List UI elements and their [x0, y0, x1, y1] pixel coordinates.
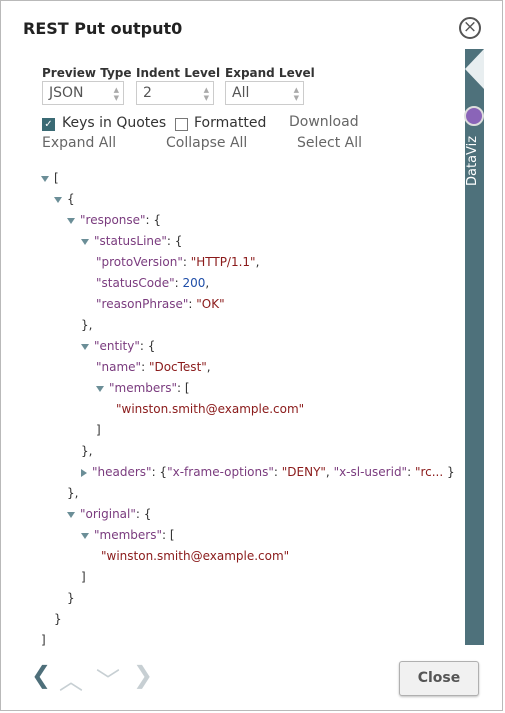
collapse-triangle-icon[interactable]	[81, 238, 89, 245]
tree-node-response[interactable]: "response": {	[67, 213, 161, 227]
collapse-triangle-icon[interactable]	[96, 385, 104, 392]
tree-close: },	[81, 318, 93, 332]
preview-type-select[interactable]: JSON ▲ ▼	[42, 81, 124, 105]
next-arrow-icon[interactable]: ❯	[133, 661, 153, 689]
collapse-triangle-icon[interactable]	[67, 511, 75, 518]
tree-close: ]	[96, 423, 101, 437]
up-arrow-icon[interactable]: ︿	[59, 661, 83, 696]
select-all-link[interactable]: Select All	[297, 135, 362, 151]
select-arrows-icon: ▲ ▼	[113, 86, 119, 102]
collapse-all-link[interactable]: Collapse All	[166, 135, 247, 151]
tree-close: },	[81, 444, 93, 458]
tree-node-statusline[interactable]: "statusLine": {	[81, 234, 182, 248]
tree-field-protoversion: "protoVersion": "HTTP/1.1",	[96, 255, 260, 269]
tree-field-member: "winston.smith@example.com"	[116, 402, 305, 416]
keys-in-quotes-checkbox[interactable]: ✓	[42, 118, 55, 131]
tree-node-members[interactable]: "members": [	[96, 381, 190, 395]
formatted-label: Formatted	[194, 115, 267, 131]
expand-level-value: All	[232, 85, 250, 101]
collapse-triangle-icon[interactable]	[54, 196, 62, 203]
tree-node-headers[interactable]: "headers": {"x-frame-options": "DENY", "…	[81, 465, 455, 479]
previous-arrow-icon[interactable]: ❮	[31, 661, 51, 689]
tree-close: ]	[41, 633, 46, 647]
tree-node-members[interactable]: "members": [	[81, 528, 175, 542]
indent-level-label: Indent Level	[136, 66, 221, 80]
expand-level-select[interactable]: All ▲ ▼	[225, 81, 304, 105]
tree-field-reasonphrase: "reasonPhrase": "OK"	[96, 297, 225, 311]
select-arrows-icon: ▲ ▼	[293, 86, 299, 102]
collapse-triangle-icon[interactable]	[81, 532, 89, 539]
tree-field-name: "name": "DocTest",	[96, 360, 211, 374]
collapse-triangle-icon[interactable]	[67, 217, 75, 224]
tree-close: },	[67, 486, 79, 500]
close-button[interactable]: Close	[399, 661, 479, 696]
tree-node-original[interactable]: "original": {	[67, 507, 151, 521]
expand-triangle-icon[interactable]	[81, 468, 87, 477]
tree-node-entity[interactable]: "entity": {	[81, 339, 155, 353]
indent-level-select[interactable]: 2 ▲ ▼	[136, 81, 214, 105]
tree-close: ]	[81, 570, 86, 584]
close-icon[interactable]: ×	[459, 17, 481, 39]
keys-in-quotes-label: Keys in Quotes	[62, 115, 167, 131]
tree-field-member: "winston.smith@example.com"	[101, 549, 290, 563]
formatted-checkbox[interactable]	[175, 118, 188, 131]
preview-type-label: Preview Type	[42, 66, 132, 80]
tree-field-statuscode: "statusCode": 200,	[96, 276, 210, 290]
preview-type-value: JSON	[49, 85, 84, 101]
dataviz-chart-icon	[464, 106, 484, 126]
select-arrows-icon: ▲ ▼	[203, 86, 209, 102]
preview-dialog: REST Put output0 × Preview Type JSON ▲ ▼ …	[0, 0, 503, 711]
tree-close: }	[54, 612, 62, 626]
down-arrow-icon[interactable]: ﹀	[96, 661, 120, 696]
indent-level-value: 2	[143, 85, 152, 101]
expand-all-link[interactable]: Expand All	[42, 135, 116, 151]
tree-node-root[interactable]: [	[41, 171, 59, 185]
collapse-panel-icon[interactable]	[465, 49, 484, 89]
download-link[interactable]: Download	[289, 114, 359, 130]
tree-node-item[interactable]: {	[54, 192, 75, 206]
collapse-triangle-icon[interactable]	[41, 175, 49, 182]
dialog-title: REST Put output0	[23, 19, 183, 38]
expand-level-label: Expand Level	[225, 66, 315, 80]
collapse-triangle-icon[interactable]	[81, 343, 89, 350]
dataviz-label: DataViz	[465, 135, 480, 187]
tree-close: }	[67, 591, 75, 605]
